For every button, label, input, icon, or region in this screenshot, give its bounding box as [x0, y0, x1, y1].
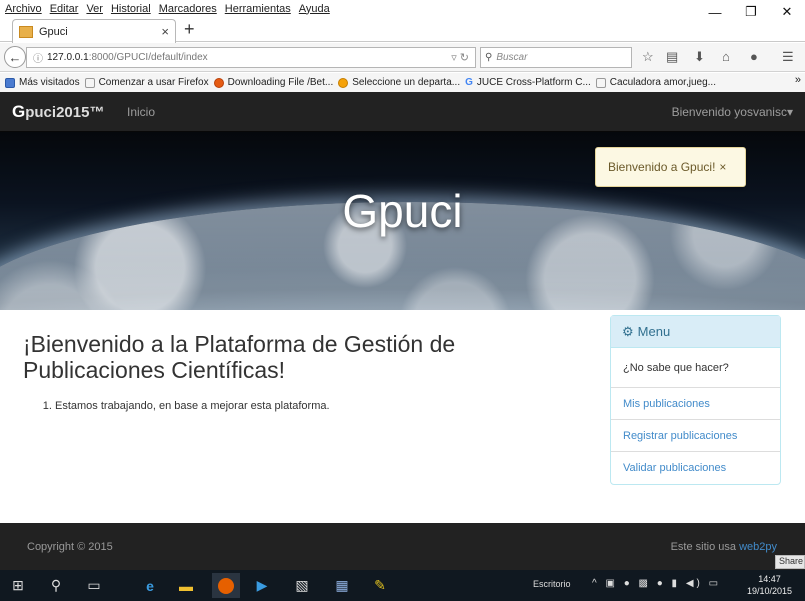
- bookmark-item[interactable]: G JUCE Cross-Platform C...: [465, 77, 591, 88]
- search-input[interactable]: ⚲ Buscar: [480, 47, 632, 68]
- bookmarks-folder-icon: [5, 77, 15, 88]
- menu-editar[interactable]: Editar: [46, 3, 83, 15]
- url-bar[interactable]: ⓘ 127.0.0.1 :8000/GPUCI/default/index ▿ …: [26, 47, 476, 68]
- task-view-icon[interactable]: ▭: [80, 573, 108, 598]
- menu-historial[interactable]: Historial: [107, 3, 155, 15]
- menu-marcadores[interactable]: Marcadores: [155, 3, 221, 15]
- bookmark-item[interactable]: Más visitados: [5, 77, 80, 88]
- menu-ayuda[interactable]: Ayuda: [295, 3, 334, 15]
- favicon-icon: [19, 25, 33, 38]
- user-dropdown[interactable]: Bienvenido yosvanisc▾: [672, 105, 793, 119]
- search-icon: ⚲: [485, 52, 493, 63]
- windows-taskbar: ⊞ ⚲ ▭ e ▬ ▶ ▧ ▦ ✎ Escritorio ^ ▣ ● ▩ ● ▮…: [0, 570, 805, 601]
- navigation-bar: ← ⓘ 127.0.0.1 :8000/GPUCI/default/index …: [0, 43, 805, 72]
- hero-title: Gpuci: [342, 185, 463, 237]
- search-icon[interactable]: ⚲: [42, 573, 70, 598]
- desktop-label[interactable]: Escritorio: [533, 579, 571, 589]
- url-path: :8000/GPUCI/default/index: [88, 52, 208, 63]
- gear-icon: ⚙: [622, 323, 634, 339]
- list-item: Estamos trabajando, en base a mejorar es…: [55, 400, 330, 412]
- menu-herramientas[interactable]: Herramientas: [221, 3, 295, 15]
- close-tab-icon[interactable]: ×: [161, 24, 169, 39]
- share-button[interactable]: Share: [775, 555, 805, 569]
- edge-icon[interactable]: e: [136, 573, 164, 598]
- firefox-logo: [218, 577, 234, 594]
- menu-item-help: ¿No sabe que hacer?: [611, 348, 780, 388]
- copyright-text: Copyright © 2015: [27, 541, 113, 553]
- tray-icons[interactable]: ^ ▣ ● ▩ ● ▮ ◀) ▭: [592, 578, 721, 589]
- page-title: ¡Bienvenido a la Plataforma de Gestión d…: [23, 331, 456, 383]
- flash-message[interactable]: Bienvenido a Gpuci! ×: [595, 147, 746, 187]
- clock-time: 14:47: [758, 574, 781, 584]
- page-icon: [84, 77, 95, 88]
- browser-tab[interactable]: Gpuci ×: [12, 19, 176, 43]
- firefox-icon: [213, 77, 224, 88]
- orange-site-icon: [338, 77, 349, 88]
- bookmark-item[interactable]: Comenzar a usar Firefox: [84, 77, 209, 88]
- menu-item-mis-publicaciones[interactable]: Mis publicaciones: [611, 388, 780, 420]
- reload-icon[interactable]: ▿ ↻: [451, 51, 469, 64]
- bookmark-item[interactable]: Seleccione un departa...: [338, 77, 460, 88]
- search-placeholder: Buscar: [496, 52, 528, 63]
- back-arrow-icon: ←: [8, 49, 22, 65]
- nav-link-inicio[interactable]: Inicio: [127, 105, 155, 119]
- notice-list: Estamos trabajando, en base a mejorar es…: [55, 400, 330, 412]
- reading-list-icon[interactable]: ▤: [666, 49, 678, 65]
- menu-item-registrar-publicaciones[interactable]: Registrar publicaciones: [611, 420, 780, 452]
- system-tray: ^ ▣ ● ▩ ● ▮ ◀) ▭: [592, 578, 721, 589]
- url-host: 127.0.0.1: [47, 52, 89, 63]
- tab-strip: Gpuci ×: [0, 17, 805, 43]
- firefox-icon[interactable]: [212, 573, 240, 598]
- flash-text: Bienvenido a Gpuci!: [608, 160, 716, 174]
- play-icon[interactable]: ▶: [248, 573, 276, 598]
- flash-close-icon[interactable]: ×: [719, 160, 726, 174]
- menu-archivo[interactable]: Archivo: [0, 3, 46, 15]
- menu-ver[interactable]: Ver: [82, 3, 107, 15]
- chat-icon[interactable]: ●: [750, 49, 758, 64]
- powered-by: Este sitio usa web2py: [670, 541, 777, 553]
- file-explorer-icon[interactable]: ▬: [172, 573, 200, 598]
- web2py-link[interactable]: web2py: [739, 541, 777, 553]
- clock[interactable]: 14:47 19/10/2015: [747, 573, 792, 597]
- site-info-icon: ⓘ: [33, 54, 43, 65]
- page-icon: [595, 77, 606, 88]
- site-footer: Copyright © 2015 Este sitio usa web2py: [0, 523, 805, 570]
- back-button[interactable]: ←: [4, 46, 26, 68]
- app-icon[interactable]: ▦: [328, 573, 356, 598]
- image-viewer-icon[interactable]: ▧: [288, 573, 316, 598]
- hamburger-menu-icon[interactable]: ☰: [782, 49, 794, 65]
- menu-panel-title: Menu: [637, 324, 671, 339]
- bookmark-item[interactable]: Downloading File /Bet...: [213, 77, 333, 88]
- more-bookmarks-icon[interactable]: »: [795, 74, 801, 86]
- site-navbar: Gpuci2015™ Inicio Bienvenido yosvanisc▾: [0, 92, 805, 132]
- brand-logo[interactable]: Gpuci2015™: [12, 102, 104, 122]
- download-icon[interactable]: ⬇: [694, 49, 705, 65]
- bookmark-star-icon[interactable]: ☆: [642, 49, 654, 65]
- app-icon[interactable]: ✎: [366, 573, 394, 598]
- home-icon[interactable]: ⌂: [722, 49, 730, 64]
- tab-title: Gpuci: [39, 25, 68, 38]
- windows-start-icon[interactable]: ⊞: [4, 573, 32, 598]
- bookmarks-toolbar: Más visitados Comenzar a usar Firefox Do…: [0, 73, 805, 92]
- browser-menubar: Archivo Editar Ver Historial Marcadores …: [0, 0, 805, 17]
- menu-item-validar-publicaciones[interactable]: Validar publicaciones: [611, 452, 780, 484]
- menu-panel: ⚙ Menu ¿No sabe que hacer? Mis publicaci…: [610, 315, 781, 485]
- bookmark-item[interactable]: Caculadora amor,jueg...: [595, 77, 716, 88]
- new-tab-icon[interactable]: +: [184, 19, 195, 40]
- menu-panel-header: ⚙ Menu: [611, 316, 780, 348]
- clock-date: 19/10/2015: [747, 586, 793, 596]
- google-icon: G: [465, 77, 473, 88]
